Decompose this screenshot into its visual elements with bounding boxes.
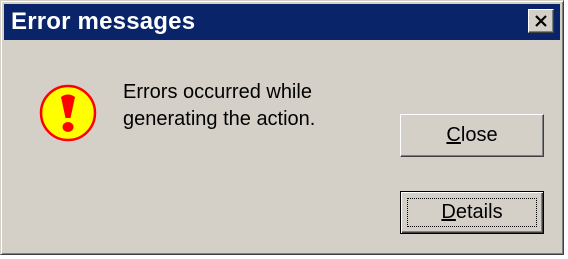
title-bar[interactable]: Error messages	[4, 4, 560, 40]
close-mnemonic: C	[446, 124, 461, 146]
close-x-icon	[535, 15, 547, 27]
window-title: Error messages	[11, 8, 196, 35]
close-button[interactable]: Close	[400, 114, 544, 157]
details-mnemonic: D	[441, 201, 456, 223]
details-label-rest: etails	[455, 201, 503, 223]
title-close-button[interactable]	[528, 9, 554, 33]
error-message-line-1: Errors occurred while	[123, 81, 312, 103]
error-message: Errors occurred while generating the act…	[123, 79, 315, 133]
details-button-label: Details	[441, 201, 502, 224]
error-message-line-2: generating the action.	[123, 108, 316, 130]
error-dialog: Error messages Errors occurred while gen…	[0, 0, 564, 255]
close-button-label: Close	[446, 124, 497, 147]
exclamation-warning-icon	[39, 84, 97, 142]
details-button[interactable]: Details	[400, 191, 544, 234]
close-label-rest: lose	[460, 124, 498, 146]
